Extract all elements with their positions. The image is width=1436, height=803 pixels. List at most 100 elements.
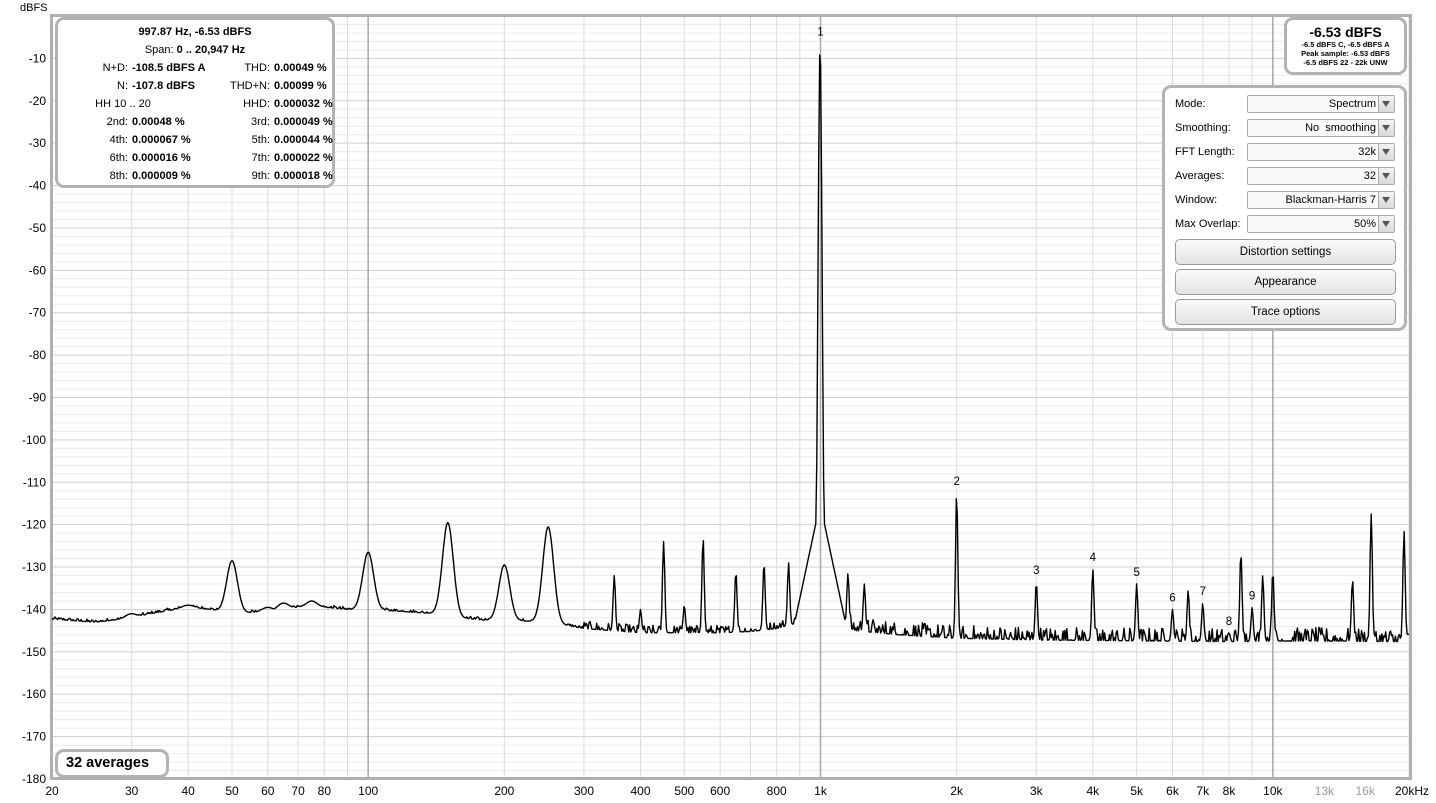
window-value: Blackman-Harris 7	[1285, 194, 1376, 206]
x-tick-label: 40	[181, 784, 195, 798]
readout-label: 9th:	[251, 170, 270, 182]
readout-label: 7th:	[251, 152, 270, 164]
readout-row: HH 10 .. 20 HHD: 0.000032 %	[58, 98, 333, 116]
x-tick-label: 200	[494, 784, 514, 798]
y-tick-label: -10	[29, 51, 47, 65]
readout-label: 6th:	[109, 152, 128, 164]
averages-select[interactable]: 32	[1247, 167, 1395, 185]
harmonic-marker-label: 6	[1169, 592, 1175, 604]
max-overlap-value: 50%	[1353, 218, 1376, 230]
y-axis-unit-label: dBFS	[20, 2, 48, 14]
readout-value: 0.000044 %	[274, 134, 333, 146]
x-tick-label: 60	[261, 784, 275, 798]
mode-label: Mode:	[1175, 98, 1206, 110]
x-tick-label: 16k	[1355, 784, 1375, 798]
averages-badge: 32 averages	[55, 749, 169, 778]
fft-length-value: 32k	[1358, 146, 1376, 158]
y-axis-ticks: -10 -20 -30 -40 -50 -60 -70 -80 -90 -100 -110 -120 -…	[22, 51, 46, 786]
readout-label: N:	[117, 80, 128, 92]
harmonic-marker-label: 1	[817, 27, 823, 39]
readout-value: -108.5 dBFS A	[132, 62, 206, 74]
mode-value: Spectrum	[1328, 98, 1376, 110]
span-label: Span:	[144, 44, 174, 56]
readout-value: 0.000067 %	[132, 134, 191, 146]
window-label: Window:	[1175, 194, 1218, 206]
analysis-controls-panel: Mode: Spectrum Smoothing: No smoothing F…	[1162, 85, 1407, 331]
x-tick-label: 80	[318, 784, 332, 798]
chevron-down-icon	[1378, 144, 1394, 160]
level-line-3: -6.5 dBFS 22 - 22k UNW	[1303, 58, 1388, 67]
y-tick-label: -50	[29, 221, 47, 235]
harmonic-marker-label: 4	[1090, 552, 1097, 564]
x-tick-label: 100	[358, 784, 378, 798]
readout-row: 4th: 0.000067 % 5th: 0.000044 %	[58, 134, 333, 152]
y-tick-label: -80	[29, 348, 47, 362]
fft-length-select[interactable]: 32k	[1247, 143, 1395, 161]
window-select[interactable]: Blackman-Harris 7	[1247, 191, 1395, 209]
readout-row: N+D: -108.5 dBFS A THD: 0.00049 %	[58, 62, 332, 80]
y-tick-label: -150	[22, 645, 46, 659]
readout-label: THD:	[244, 62, 270, 74]
readout-value: 0.000009 %	[132, 170, 191, 182]
appearance-button[interactable]: Appearance	[1175, 269, 1396, 295]
max-overlap-select[interactable]: 50%	[1247, 215, 1395, 233]
readout-value: 0.00099 %	[274, 80, 327, 92]
readout-value: 0.000032 %	[274, 98, 333, 110]
x-tick-label: 4k	[1086, 784, 1100, 798]
x-tick-label: 20kHz	[1395, 784, 1429, 798]
readout-label: 5th:	[251, 134, 270, 146]
x-tick-label: 20	[45, 784, 59, 798]
y-tick-label: -90	[29, 391, 47, 405]
distortion-readout-panel: 997.87 Hz, -6.53 dBFS Span: 0 .. 20,947 …	[55, 17, 335, 188]
y-tick-label: -20	[29, 94, 47, 108]
mode-select[interactable]: Spectrum	[1247, 95, 1395, 113]
averages-row: Averages: 32	[1175, 167, 1400, 187]
level-line-1: -6.5 dBFS C, -6.5 dBFS A	[1301, 40, 1390, 49]
fft-length-label: FFT Length:	[1175, 146, 1235, 158]
smoothing-value: No smoothing	[1305, 122, 1376, 134]
harmonic-marker-label: 3	[1033, 565, 1039, 577]
readout-label: HH 10 .. 20	[95, 98, 151, 110]
y-tick-label: -60	[29, 263, 47, 277]
x-tick-label: 50	[225, 784, 239, 798]
readout-label: HHD:	[243, 98, 270, 110]
readout-label: 3rd:	[251, 116, 270, 128]
readout-value: 0.00048 %	[132, 116, 185, 128]
harmonic-marker-label: 9	[1249, 590, 1255, 602]
readout-row: 2nd: 0.00048 % 3rd: 0.000049 %	[58, 116, 333, 134]
x-tick-label: 3k	[1030, 784, 1044, 798]
level-readout-panel: -6.53 dBFS -6.5 dBFS C, -6.5 dBFS A Peak…	[1284, 17, 1407, 75]
y-tick-label: -130	[22, 560, 46, 574]
chevron-down-icon	[1378, 120, 1394, 136]
x-tick-label: 7k	[1196, 784, 1210, 798]
x-tick-label: 30	[125, 784, 139, 798]
readout-row: N: -107.8 dBFS THD+N: 0.00099 %	[58, 80, 332, 98]
chevron-down-icon	[1378, 96, 1394, 112]
smoothing-label: Smoothing:	[1175, 122, 1231, 134]
y-tick-label: -180	[22, 772, 46, 786]
y-tick-label: -70	[29, 306, 47, 320]
fft-length-row: FFT Length: 32k	[1175, 143, 1400, 163]
y-tick-label: -40	[29, 179, 47, 193]
trace-options-button[interactable]: Trace options	[1175, 299, 1396, 325]
chevron-down-icon	[1378, 168, 1394, 184]
x-tick-label: 5k	[1130, 784, 1144, 798]
span-value: 0 .. 20,947 Hz	[176, 44, 246, 56]
readout-row: 8th: 0.000009 % 9th: 0.000018 %	[58, 170, 333, 188]
chevron-down-icon	[1378, 192, 1394, 208]
readout-label: 8th:	[109, 170, 128, 182]
distortion-settings-button[interactable]: Distortion settings	[1175, 239, 1396, 265]
window-row: Window: Blackman-Harris 7	[1175, 191, 1400, 211]
y-tick-label: -120	[22, 518, 46, 532]
harmonic-marker-label: 2	[953, 476, 959, 488]
smoothing-row: Smoothing: No smoothing	[1175, 119, 1400, 139]
x-tick-label: 6k	[1166, 784, 1180, 798]
max-overlap-label: Max Overlap:	[1175, 218, 1241, 230]
readout-value: 0.000018 %	[274, 170, 333, 182]
x-tick-label: 13k	[1315, 784, 1335, 798]
x-tick-label: 600	[710, 784, 730, 798]
harmonic-marker-label: 7	[1200, 586, 1206, 598]
readout-row: 6th: 0.000016 % 7th: 0.000022 %	[58, 152, 333, 170]
level-main: -6.53 dBFS	[1309, 24, 1382, 40]
smoothing-select[interactable]: No smoothing	[1247, 119, 1395, 137]
